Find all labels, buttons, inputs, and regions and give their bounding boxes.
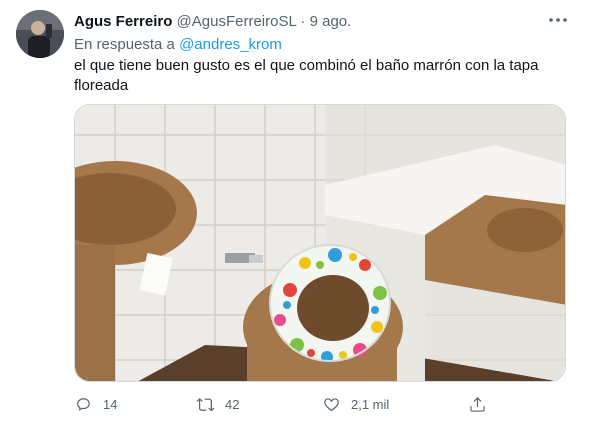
author-name[interactable]: Agus Ferreiro: [74, 13, 172, 30]
avatar-image: [16, 10, 64, 58]
reply-count: 14: [103, 396, 118, 412]
separator-dot: ·: [300, 13, 306, 30]
author-handle[interactable]: @AgusFerreiroSL: [177, 13, 297, 30]
retweet-icon: [196, 397, 215, 411]
like-count: 2,1 mil: [351, 396, 390, 412]
tweet-header: Agus Ferreiro @AgusFerreiroSL · 9 ago.: [74, 13, 560, 31]
heart-icon: [324, 397, 339, 411]
retweet-count: 42: [225, 396, 240, 412]
share-icon: [470, 396, 485, 412]
reply-button[interactable]: 14: [74, 392, 117, 416]
replying-prefix: En respuesta a: [74, 36, 175, 53]
tweet-actions: 14 42 2,1 mil: [74, 392, 566, 416]
replying-to: En respuesta a @andres_krom: [74, 36, 282, 53]
tweet-date[interactable]: 9 ago.: [310, 13, 352, 30]
like-button[interactable]: 2,1 mil: [322, 392, 389, 416]
avatar[interactable]: [16, 10, 64, 58]
tweet[interactable]: Agus Ferreiro @AgusFerreiroSL · 9 ago. E…: [0, 0, 600, 427]
share-button[interactable]: [468, 392, 487, 416]
tweet-text: el que tiene buen gusto es el que combin…: [74, 57, 539, 94]
tweet-media-photo[interactable]: [74, 104, 566, 382]
reply-icon: [77, 397, 90, 411]
retweet-button[interactable]: 42: [196, 392, 239, 416]
more-horizontal-icon[interactable]: [546, 8, 570, 32]
replying-to-mention[interactable]: @andres_krom: [179, 36, 282, 53]
